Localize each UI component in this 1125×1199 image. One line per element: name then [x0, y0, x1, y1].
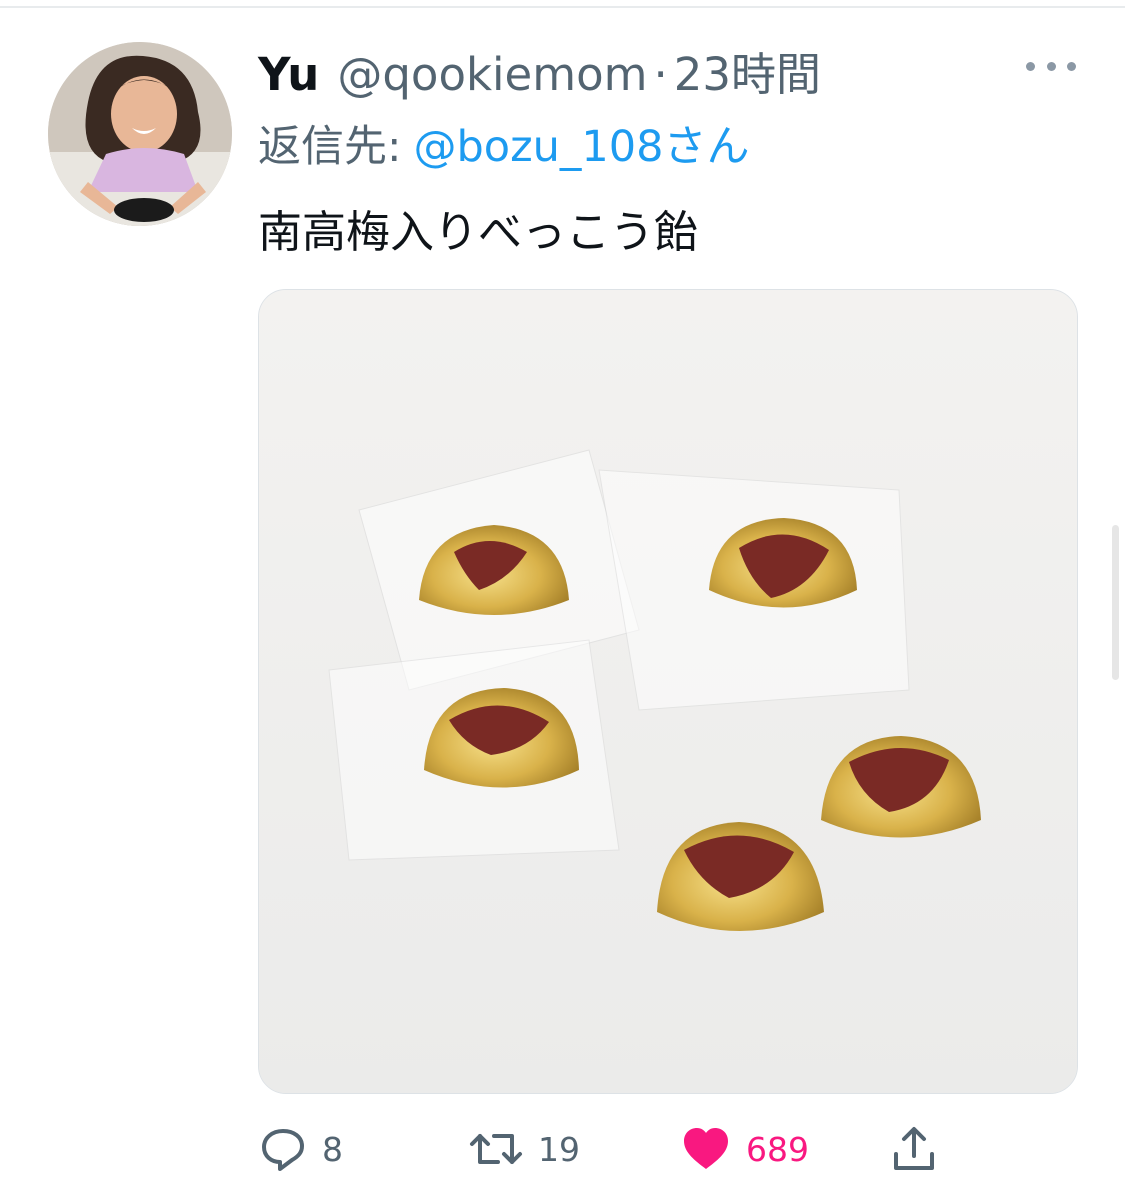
dot: [1067, 61, 1076, 71]
reply-to-line: 返信先: @bozu_108さん: [258, 112, 750, 174]
share-upload-icon: [894, 1127, 934, 1170]
top-divider: [0, 6, 1125, 8]
tweet-header: Yu @qookiemom · 23時間: [258, 38, 821, 101]
display-name[interactable]: Yu: [258, 48, 319, 101]
avatar-photo: [48, 42, 232, 226]
like-count: 689: [746, 1129, 809, 1169]
tweet-media-image[interactable]: [258, 289, 1078, 1094]
retweet-button[interactable]: 19: [468, 1115, 580, 1183]
retweet-icon: [470, 1134, 522, 1164]
heart-icon: [684, 1128, 728, 1169]
more-dots-icon[interactable]: [1026, 48, 1076, 84]
like-button[interactable]: 689: [680, 1115, 809, 1183]
timestamp[interactable]: 23時間: [674, 38, 821, 103]
reply-button[interactable]: 8: [258, 1115, 343, 1183]
reply-count: 8: [322, 1129, 343, 1169]
tweet-actions: 8 19 689: [258, 1115, 978, 1183]
candy-photo: [259, 290, 1077, 1093]
user-handle[interactable]: @qookiemom: [337, 48, 647, 101]
share-button[interactable]: [890, 1115, 938, 1183]
dot: [1046, 61, 1056, 71]
scrollbar-thumb[interactable]: [1112, 525, 1119, 680]
reply-target-link[interactable]: @bozu_108さん: [414, 122, 750, 172]
reply-label: 返信先:: [258, 122, 402, 172]
separator: ·: [653, 48, 668, 101]
reply-bubble-icon: [262, 1129, 304, 1171]
avatar[interactable]: [48, 42, 232, 226]
dot: [1026, 61, 1035, 71]
tweet-text: 南高梅入りべっこう飴: [258, 207, 698, 258]
retweet-count: 19: [538, 1129, 580, 1169]
